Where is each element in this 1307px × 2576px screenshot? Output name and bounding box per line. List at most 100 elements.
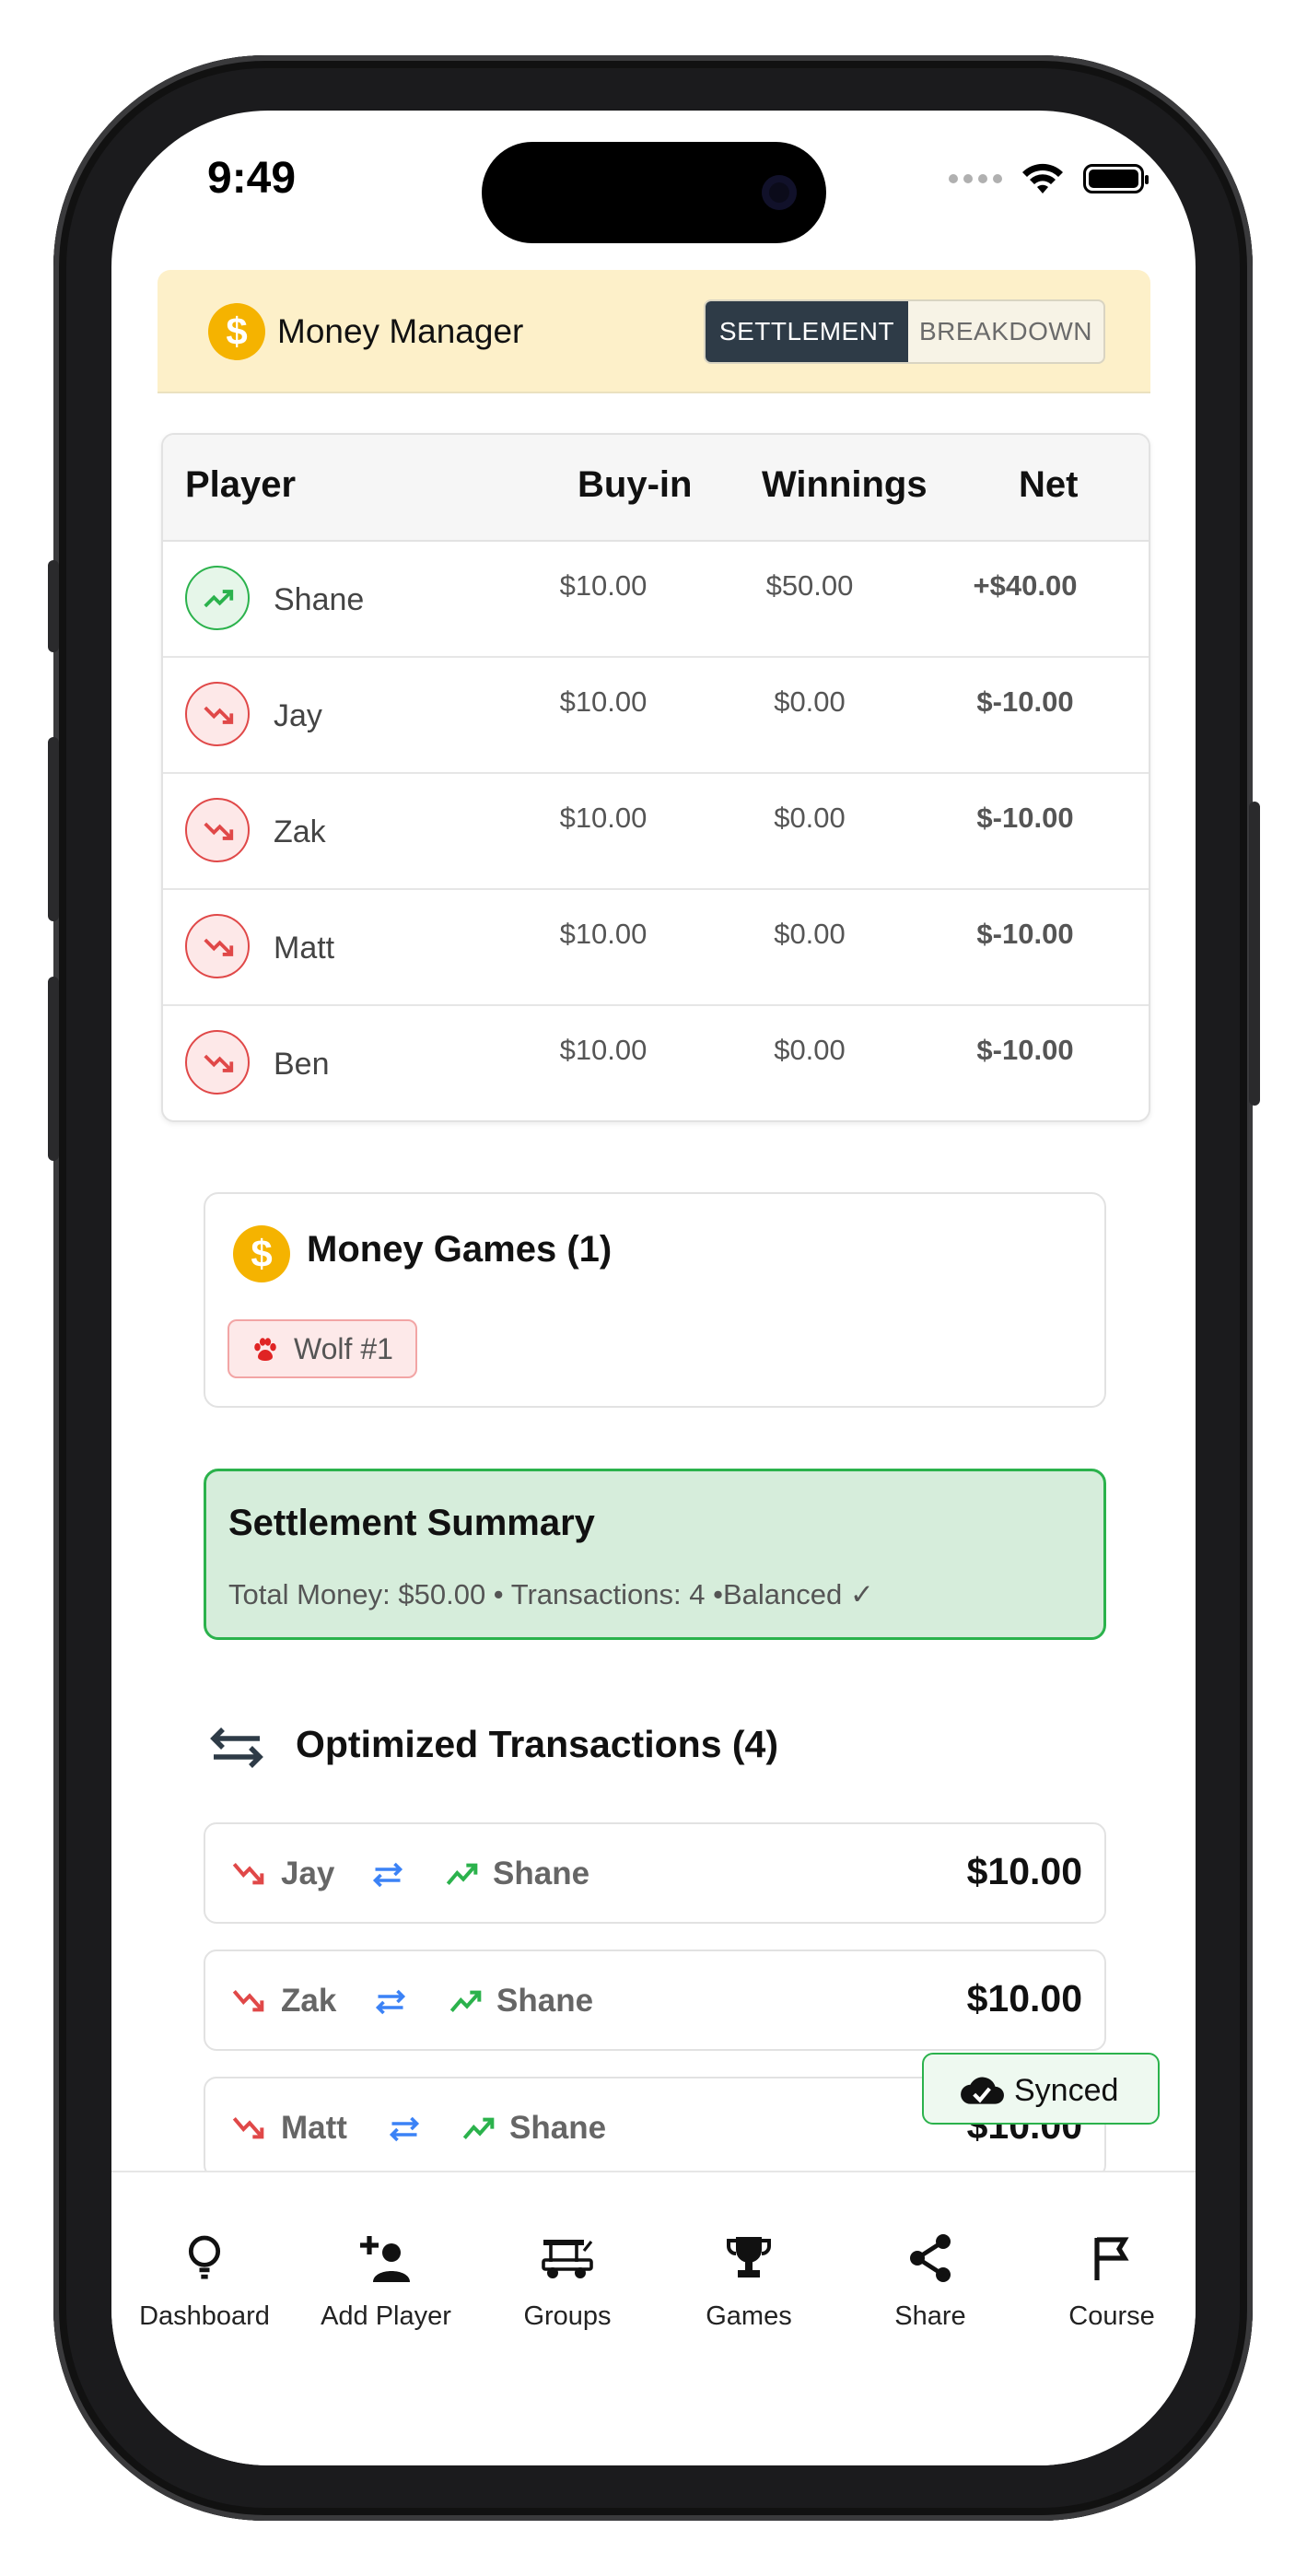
signal-icon <box>949 174 1002 183</box>
transaction-amount: $10.00 <box>966 1977 1082 2020</box>
tab-settlement[interactable]: SETTLEMENT <box>706 301 908 362</box>
lightbulb-icon <box>188 2235 221 2279</box>
net-value: $-10.00 <box>976 685 1074 718</box>
add-user-icon <box>360 2236 410 2282</box>
swap-icon <box>210 1727 263 1768</box>
transaction-row[interactable]: Zak Shane $10.00 <box>204 1950 1106 2051</box>
net-value: $-10.00 <box>976 1034 1074 1066</box>
buyin-value: $10.00 <box>559 802 648 834</box>
trending-up-icon <box>185 566 250 630</box>
tab-dashboard[interactable]: Dashboard <box>117 2228 292 2332</box>
payee-name: Shane <box>496 1983 594 2019</box>
dollar-coin-icon: $ <box>233 1225 290 1282</box>
trending-up-icon <box>462 2117 495 2139</box>
table-row: Ben $10.00 $0.00 $-10.00 <box>163 1006 1149 1120</box>
trending-down-icon <box>232 1863 264 1885</box>
trending-up-icon <box>449 1990 482 2012</box>
payer-name: Matt <box>281 2110 347 2146</box>
game-chip-label: Wolf #1 <box>294 1331 393 1365</box>
flag-icon <box>1094 2237 1129 2280</box>
camera-icon <box>762 175 797 210</box>
tab-label: Games <box>706 2301 792 2331</box>
transfer-icon <box>375 1989 406 2015</box>
tab-games[interactable]: Games <box>661 2228 836 2332</box>
winnings-value: $0.00 <box>774 685 846 718</box>
money-table: Player Buy-in Winnings Net Shane $10.00 … <box>161 433 1150 1122</box>
transaction-row[interactable]: Jay Shane $10.00 <box>204 1822 1106 1924</box>
tab-label: Groups <box>523 2301 612 2331</box>
screen: 9:49 $ Money Manager SETTLEMENT BREAKDOW… <box>111 111 1196 2465</box>
paw-icon <box>254 1338 276 1362</box>
transfer-icon <box>372 1862 403 1888</box>
cloud-check-icon <box>961 2077 1004 2104</box>
transactions-title: Optimized Transactions (4) <box>296 1723 778 1765</box>
share-icon <box>910 2234 951 2282</box>
buyin-value: $10.00 <box>559 918 648 950</box>
payer-name: Zak <box>281 1983 337 2019</box>
payee-name: Shane <box>493 1856 590 1891</box>
player-name: Ben <box>274 1047 330 1082</box>
net-value: $-10.00 <box>976 802 1074 834</box>
table-header: Player Buy-in Winnings Net <box>163 435 1149 542</box>
status-time: 9:49 <box>207 154 297 203</box>
status-icons <box>949 162 1149 195</box>
transfer-icon <box>389 2116 420 2142</box>
tab-label: Dashboard <box>139 2301 270 2331</box>
bottom-tab-bar: Dashboard Add Player Groups Games Share … <box>111 2171 1196 2465</box>
side-button-volume-up <box>48 737 59 921</box>
column-player: Player <box>185 464 297 505</box>
side-button-power <box>1249 802 1260 1106</box>
sync-status-badge[interactable]: Synced <box>922 2053 1160 2125</box>
trending-up-icon <box>446 1863 478 1885</box>
money-manager-header: $ Money Manager SETTLEMENT BREAKDOWN <box>158 270 1150 393</box>
money-games-card: $ Money Games (1) Wolf #1 <box>204 1192 1106 1408</box>
trending-down-icon <box>185 682 250 746</box>
winnings-value: $0.00 <box>774 802 846 834</box>
side-button-action <box>48 560 59 652</box>
dollar-coin-icon: $ <box>208 303 265 360</box>
winnings-value: $50.00 <box>765 569 854 602</box>
tab-label: Course <box>1068 2301 1155 2331</box>
side-button-volume-down <box>48 977 59 1161</box>
transaction-amount: $10.00 <box>966 1850 1082 1892</box>
column-net: Net <box>1019 464 1079 505</box>
column-buyin: Buy-in <box>578 464 693 505</box>
buyin-value: $10.00 <box>559 1034 648 1066</box>
tab-share[interactable]: Share <box>843 2228 1018 2332</box>
game-chip-wolf[interactable]: Wolf #1 <box>228 1319 417 1378</box>
player-name: Shane <box>274 582 365 617</box>
tab-label: Share <box>894 2301 966 2331</box>
money-games-title: Money Games (1) <box>307 1229 613 1270</box>
table-row: Zak $10.00 $0.00 $-10.00 <box>163 774 1149 890</box>
buyin-value: $10.00 <box>559 569 648 602</box>
battery-icon <box>1083 164 1149 193</box>
tab-add-player[interactable]: Add Player <box>298 2228 473 2332</box>
winnings-value: $0.00 <box>774 918 846 950</box>
sync-label: Synced <box>1014 2073 1119 2108</box>
wifi-icon <box>1022 163 1063 193</box>
net-value: $-10.00 <box>976 918 1074 950</box>
trending-down-icon <box>185 798 250 862</box>
view-toggle: SETTLEMENT BREAKDOWN <box>704 299 1105 364</box>
player-name: Jay <box>274 698 322 733</box>
header-title: Money Manager <box>277 312 524 350</box>
tab-groups[interactable]: Groups <box>480 2228 655 2332</box>
net-value: +$40.00 <box>973 569 1078 602</box>
trophy-icon <box>727 2237 771 2277</box>
player-name: Matt <box>274 931 335 966</box>
transactions-heading: Optimized Transactions (4) <box>204 1715 1033 1780</box>
tab-course[interactable]: Course <box>1024 2228 1196 2332</box>
trending-down-icon <box>185 914 250 978</box>
trending-down-icon <box>232 2117 264 2139</box>
table-row: Shane $10.00 $50.00 +$40.00 <box>163 542 1149 658</box>
settlement-summary: Settlement Summary Total Money: $50.00 •… <box>204 1469 1106 1640</box>
payee-name: Shane <box>509 2110 607 2146</box>
dynamic-island <box>482 142 826 243</box>
buyin-value: $10.00 <box>559 685 648 718</box>
table-row: Matt $10.00 $0.00 $-10.00 <box>163 890 1149 1006</box>
column-winnings: Winnings <box>762 464 928 505</box>
tab-breakdown[interactable]: BREAKDOWN <box>908 301 1103 362</box>
winnings-value: $0.00 <box>774 1034 846 1066</box>
tab-label: Add Player <box>321 2301 451 2331</box>
payer-name: Jay <box>281 1856 335 1891</box>
